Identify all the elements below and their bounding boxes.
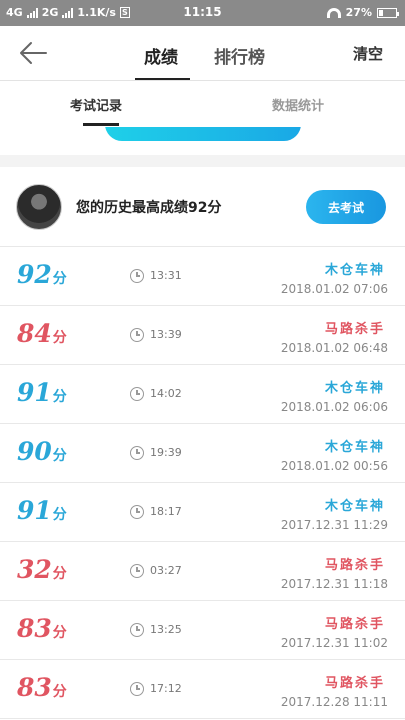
back-arrow-icon[interactable] [18, 40, 48, 66]
record-duration: 13:25 [150, 623, 182, 636]
avatar[interactable] [16, 184, 62, 230]
status-bar: 4G 2G 1.1K/s S 11:15 27% [0, 0, 405, 26]
best-score-card: 您的历史最高成绩92分 去考试 [0, 167, 405, 247]
record-date: 2017.12.28 11:11 [280, 695, 388, 709]
record-row[interactable]: 32分 03:27 马路杀手 2017.12.31 11:18 [0, 542, 405, 601]
score-value: 91 [17, 378, 52, 407]
subtab-active-indicator [83, 123, 119, 126]
clear-button[interactable]: 清空 [353, 43, 383, 64]
record-duration: 13:31 [150, 269, 182, 282]
tab-scores[interactable]: 成绩 [144, 43, 178, 68]
record-date: 2017.12.31 11:02 [280, 636, 388, 650]
record-title: 马路杀手 [324, 322, 385, 337]
record-row[interactable]: 91分 18:17 木仓车神 2017.12.31 11:29 [0, 483, 405, 542]
record-date: 2018.01.02 00:56 [280, 459, 388, 473]
top-nav: 成绩 排行榜 清空 [0, 26, 405, 81]
battery-percent: 27% [345, 6, 372, 19]
score-value: 83 [17, 673, 52, 702]
record-title: 马路杀手 [324, 676, 385, 691]
record-row[interactable]: 90分 19:39 木仓车神 2018.01.02 00:56 [0, 424, 405, 483]
record-duration: 19:39 [150, 446, 182, 459]
record-title: 木仓车神 [324, 381, 385, 396]
score-unit: 分 [52, 330, 67, 346]
record-score: 32分 [17, 555, 67, 584]
score-value: 92 [17, 260, 52, 289]
battery-icon [377, 7, 399, 18]
score-unit: 分 [52, 271, 67, 287]
clock-icon [130, 387, 144, 401]
clock-icon [130, 564, 144, 578]
exam-record-list: 92分 13:31 木仓车神 2018.01.02 07:06 84分 13:39 马路杀手… [0, 247, 405, 719]
record-date: 2017.12.31 11:18 [280, 577, 388, 591]
score-value: 84 [17, 319, 52, 348]
record-date: 2017.12.31 11:29 [280, 518, 388, 532]
record-title: 马路杀手 [324, 558, 385, 573]
record-score: 91分 [17, 378, 67, 407]
score-unit: 分 [52, 566, 67, 582]
go-exam-button[interactable]: 去考试 [306, 190, 386, 224]
score-unit: 分 [52, 507, 67, 523]
record-score: 92分 [17, 260, 67, 289]
record-title: 木仓车神 [324, 499, 385, 514]
record-row[interactable]: 83分 13:25 马路杀手 2017.12.31 11:02 [0, 601, 405, 660]
record-duration: 03:27 [150, 564, 182, 577]
sub-tabs: 考试记录 数据统计 [0, 81, 405, 127]
subtab-exam-records[interactable]: 考试记录 [70, 95, 122, 114]
record-score: 84分 [17, 319, 67, 348]
record-title: 木仓车神 [324, 440, 385, 455]
tab-active-indicator [135, 78, 190, 80]
clock-icon [130, 505, 144, 519]
record-score: 83分 [17, 614, 67, 643]
score-value: 83 [17, 614, 52, 643]
best-score-text: 您的历史最高成绩92分 [76, 200, 222, 216]
clock-icon [130, 682, 144, 696]
record-date: 2018.01.02 06:06 [280, 400, 388, 414]
clock-icon [130, 446, 144, 460]
score-page: 4G 2G 1.1K/s S 11:15 27% 成绩 排行榜 清空 考试记录 … [0, 0, 405, 720]
wifi-icon [326, 7, 341, 18]
record-row[interactable]: 83分 17:12 马路杀手 2017.12.28 11:11 [0, 660, 405, 719]
record-duration: 17:12 [150, 682, 182, 695]
status-right: 27% [326, 6, 399, 19]
scrolled-banner [0, 127, 405, 155]
score-unit: 分 [52, 448, 67, 464]
record-score: 91分 [17, 496, 67, 525]
score-unit: 分 [52, 684, 67, 700]
record-title: 马路杀手 [324, 617, 385, 632]
score-value: 91 [17, 496, 52, 525]
score-unit: 分 [52, 389, 67, 405]
clock-icon [130, 269, 144, 283]
clock-icon [130, 328, 144, 342]
score-value: 32 [17, 555, 52, 584]
record-date: 2018.01.02 07:06 [280, 282, 388, 296]
record-title: 木仓车神 [324, 263, 385, 278]
section-divider [0, 155, 405, 167]
record-duration: 14:02 [150, 387, 182, 400]
record-row[interactable]: 91分 14:02 木仓车神 2018.01.02 06:06 [0, 365, 405, 424]
score-unit: 分 [52, 625, 67, 641]
battery-fill [379, 9, 384, 16]
record-score: 90分 [17, 437, 67, 466]
clock-icon [130, 623, 144, 637]
record-row[interactable]: 92分 13:31 木仓车神 2018.01.02 07:06 [0, 247, 405, 306]
tab-leaderboard[interactable]: 排行榜 [214, 43, 265, 68]
banner-pill [105, 127, 301, 141]
score-value: 90 [17, 437, 52, 466]
subtab-statistics[interactable]: 数据统计 [272, 95, 324, 114]
record-score: 83分 [17, 673, 67, 702]
record-duration: 13:39 [150, 328, 182, 341]
record-date: 2018.01.02 06:48 [280, 341, 388, 355]
record-row[interactable]: 84分 13:39 马路杀手 2018.01.02 06:48 [0, 306, 405, 365]
record-duration: 18:17 [150, 505, 182, 518]
